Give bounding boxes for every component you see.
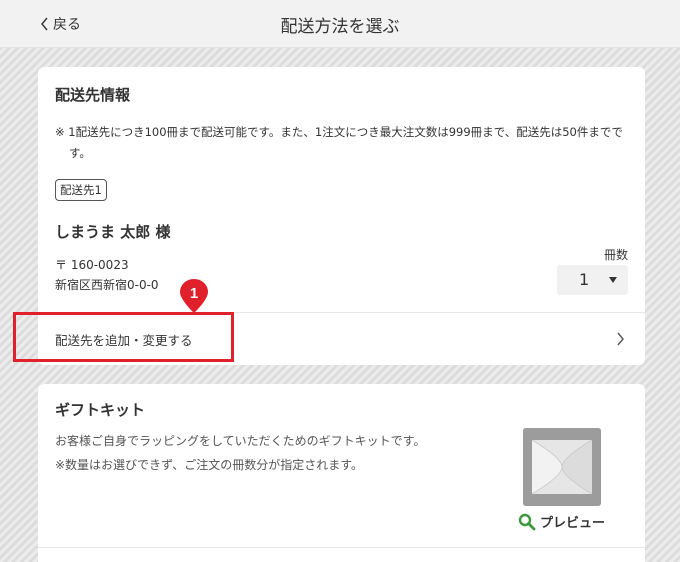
caret-down-icon [609,277,617,283]
gift-kit-desc-line2: ※数量はお選びできず、ご注文の冊数分が指定されます。 [55,458,364,472]
postal-code: 〒 160-0023 [55,258,129,272]
chevron-right-icon [617,332,624,346]
step-number: 1 [190,285,198,302]
preview-label: プレビュー [540,516,606,531]
delivery-note: ※ 1配送先につき100冊まで配送可能です。また、1注文につき最大注文数は999… [55,125,623,160]
step-marker-icon: 1 [180,279,208,313]
add-change-delivery-label: 配送先を追加・変更する [55,333,193,348]
gift-kit-thumbnail[interactable] [523,428,601,506]
recipient-address: 〒 160-0023 新宿区西新宿0-0-0 [55,255,159,295]
delivery-info-card: 配送先情報 ※ 1配送先につき100冊まで配送可能です。また、1注文につき最大注… [38,67,645,365]
page-title: 配送方法を選ぶ [280,17,400,37]
magnifier-icon [518,513,536,530]
gift-kit-desc-line1: お客様ご自身でラッピングをしていただくためのギフトキットです。 [55,434,426,448]
delivery-tag: 配送先1 [55,179,107,201]
quantity-value: 1 [579,270,590,289]
recipient-name: しまうま 太郎 様 [55,223,171,241]
quantity-select[interactable]: 1 [557,265,628,295]
divider [38,547,645,548]
preview-link[interactable]: プレビュー [518,512,605,531]
delivery-info-title: 配送先情報 [55,86,131,104]
gift-kit-description: お客様ご自身でラッピングをしていただくためのギフトキットです。 ※数量はお選びで… [55,429,425,477]
quantity-label: 冊数 [603,248,628,262]
add-change-delivery-link[interactable]: 配送先を追加・変更する [38,313,645,365]
app-header: 戻る 配送方法を選ぶ [0,0,680,48]
gift-kit-title: ギフトキット [55,401,146,419]
gift-kit-card: ギフトキット お客様ご自身でラッピングをしていただくためのギフトキットです。 ※… [38,384,645,562]
street-address: 新宿区西新宿0-0-0 [55,278,159,292]
gift-kit-image [523,428,601,506]
